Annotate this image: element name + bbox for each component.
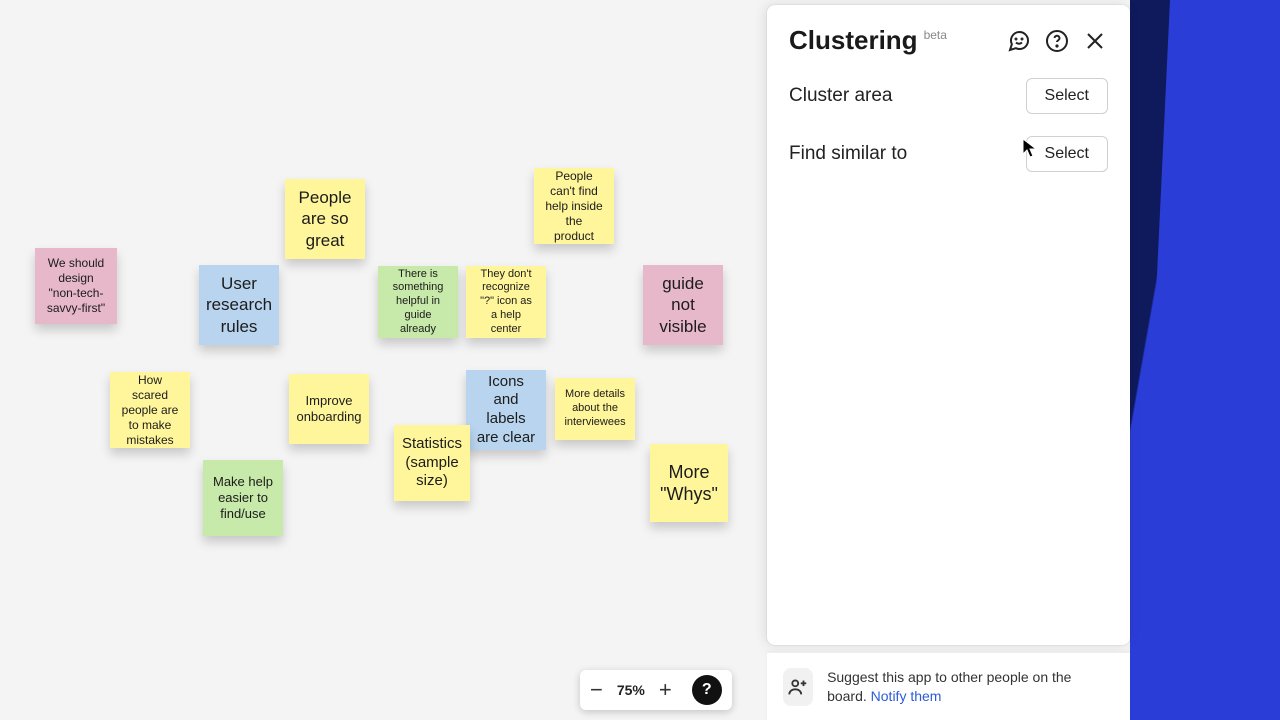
sticky-note[interactable]: Statistics (sample size) [394,425,470,501]
sticky-note[interactable]: Make help easier to find/use [203,460,283,536]
sticky-note[interactable]: guide not visible [643,265,723,345]
panel-actions [1006,28,1108,54]
find-similar-select-button[interactable]: Select [1026,136,1108,172]
find-similar-label: Find similar to [789,143,907,165]
suggest-text-body: Suggest this app to other people on the … [827,669,1071,704]
suggest-bar: Suggest this app to other people on the … [767,652,1130,720]
sticky-note[interactable]: How scared people are to make mistakes [110,372,190,448]
panel-title: Clustering [789,25,918,56]
presentation-backdrop [1130,0,1280,720]
suggest-text: Suggest this app to other people on the … [827,668,1114,706]
row-cluster-area: Cluster area Select [789,78,1108,114]
sticky-note[interactable]: People can't find help inside the produc… [534,168,614,244]
zoom-out-button[interactable]: − [590,679,603,701]
panel-header: Clustering beta [767,5,1130,66]
close-icon[interactable] [1082,28,1108,54]
zoom-toolbar: − 75% + ? [580,670,732,710]
sticky-note[interactable]: We should design "non-tech-savvy-first" [35,248,117,324]
sticky-note[interactable]: People are so great [285,179,365,259]
cluster-area-label: Cluster area [789,85,893,107]
people-icon [783,668,813,706]
notify-link[interactable]: Notify them [871,688,942,704]
app-stage: We should design "non-tech-savvy-first" U… [0,0,1280,720]
sticky-note[interactable]: They don't recognize "?" icon as a help … [466,266,546,338]
clustering-panel: Clustering beta Cluster area Select Fi [767,5,1130,645]
sticky-note[interactable]: There is something helpful in guide alre… [378,266,458,338]
sticky-note[interactable]: Icons and labels are clear [466,370,546,450]
beta-badge: beta [924,28,947,42]
zoom-in-button[interactable]: + [659,679,672,701]
panel-body: Cluster area Select Find similar to Sele… [767,66,1130,184]
cluster-area-select-button[interactable]: Select [1026,78,1108,114]
feedback-icon[interactable] [1006,28,1032,54]
zoom-level[interactable]: 75% [617,682,645,698]
sticky-note[interactable]: More "Whys" [650,444,728,522]
row-find-similar: Find similar to Select [789,136,1108,172]
sticky-note[interactable]: More details about the interviewees [555,378,635,440]
help-icon[interactable] [1044,28,1070,54]
sticky-note[interactable]: Improve onboarding [289,374,369,444]
sticky-note[interactable]: User research rules [199,265,279,345]
help-fab[interactable]: ? [692,675,722,705]
